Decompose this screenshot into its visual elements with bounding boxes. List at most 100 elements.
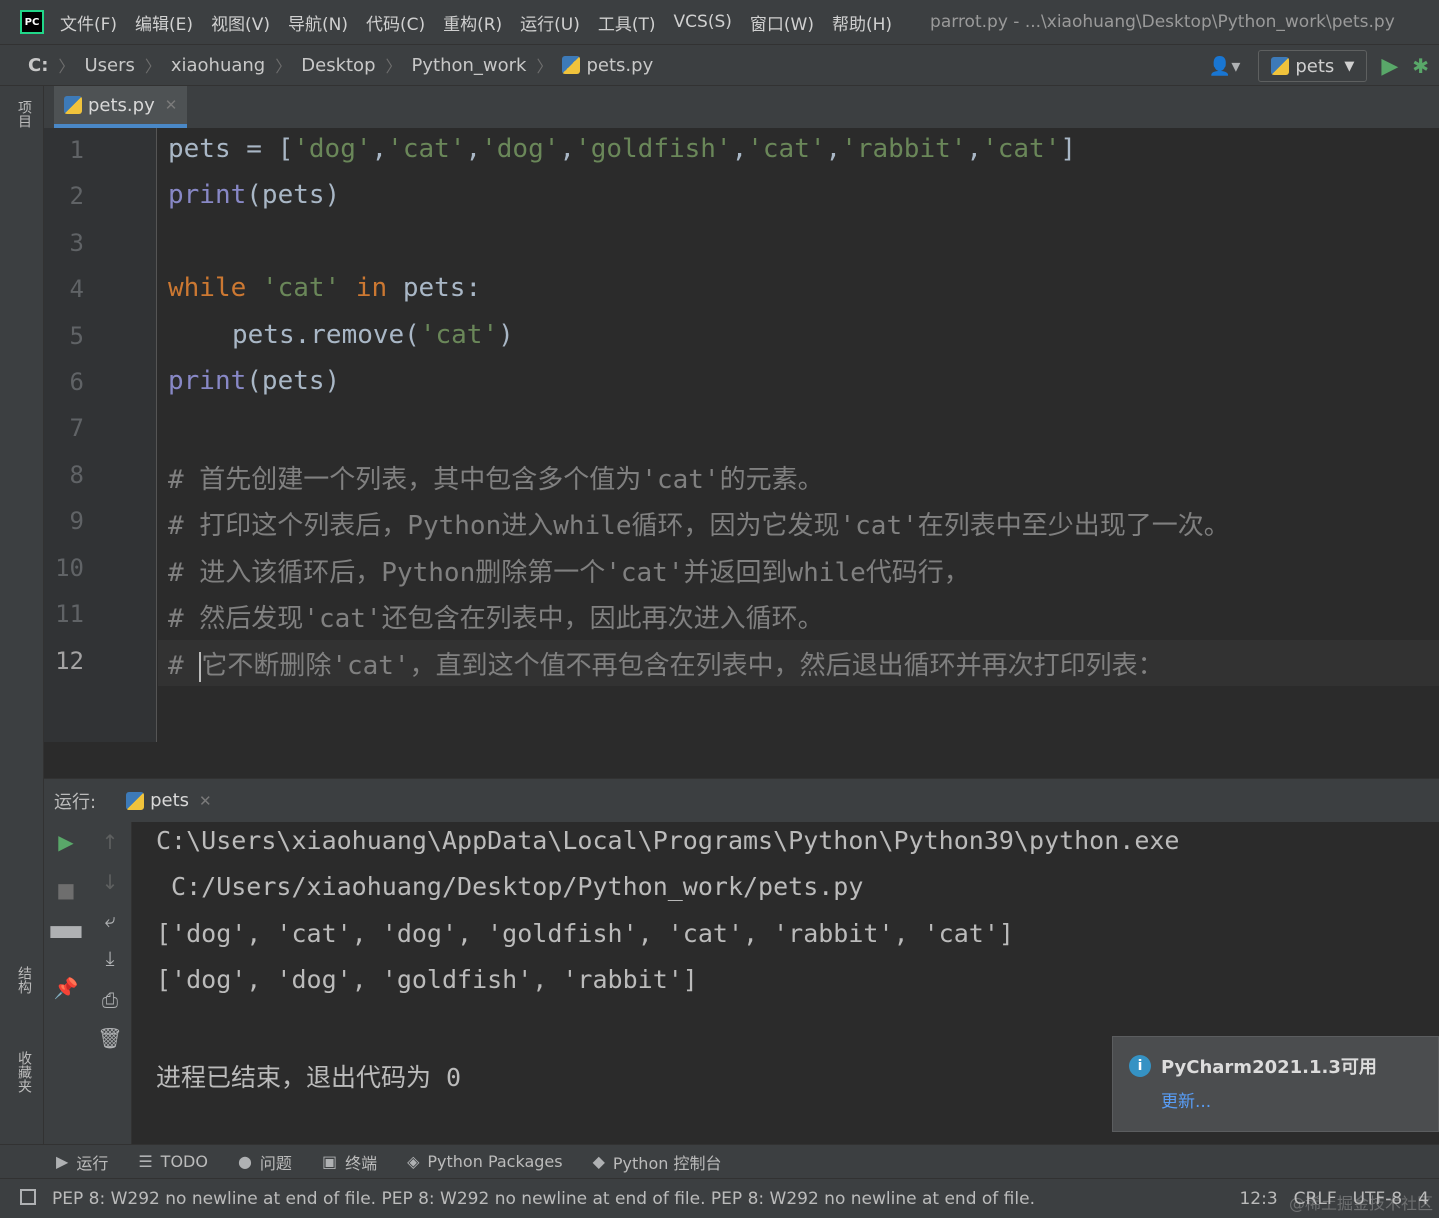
project-tool-tab[interactable]: 项目 [14,100,34,128]
close-icon[interactable]: ✕ [165,96,178,114]
code-string: 'cat' [261,273,341,303]
tool-tab-problems[interactable]: ● 问题 [238,1150,292,1174]
trash-icon[interactable]: 🗑 [88,1026,132,1050]
notification-title: PyCharm2021.1.3可用 [1161,1057,1377,1078]
code-comment-9: # 打印这个列表后，Python进入while循环，因为它发现'cat'在列表中… [168,511,1230,541]
line-number: 9 [69,507,84,535]
line-number: 4 [69,275,84,303]
close-icon[interactable]: ✕ [199,792,212,810]
python-icon [126,791,145,810]
rerun-button[interactable]: ▶ [44,830,88,854]
chevron-right-icon: 〉 [385,57,402,76]
code-line-2: print(pets) [168,180,340,210]
console-exit-line: 进程已结束，退出代码为 0 [156,1063,462,1092]
update-notification: i PyCharm2021.1.3可用 更新... [1112,1036,1439,1132]
menu-code[interactable]: 代码(C) [366,10,425,35]
menu-help[interactable]: 帮助(H) [832,10,892,35]
console-line: C:/Users/xiaohuang/Desktop/Python_work/p… [156,872,864,901]
code-string: 'cat' [747,134,826,164]
menu-edit[interactable]: 编辑(E) [135,10,193,35]
tool-tab-terminal[interactable]: ▣ 终端 [322,1150,377,1174]
arrow-down-icon[interactable]: ↓ [88,870,132,894]
python-icon: ◆ [592,1152,605,1171]
caret-position[interactable]: 12:3 [1239,1189,1277,1209]
menu-refactor[interactable]: 重构(R) [443,10,502,35]
breadcrumb-file-label: pets.py [586,54,654,76]
console-line: ['dog', 'cat', 'dog', 'goldfish', 'cat',… [156,919,1014,948]
menu-window[interactable]: 窗口(W) [750,10,814,35]
user-icon[interactable]: 👤▾ [1209,56,1240,77]
tool-tab-python-packages[interactable]: ◈ Python Packages [407,1152,563,1171]
code-token: , [371,134,388,164]
menu-run[interactable]: 运行(U) [520,10,580,35]
code-string: 'cat' [982,134,1061,164]
console-line: ['dog', 'dog', 'goldfish', 'rabbit'] [156,965,698,994]
soft-wrap-icon[interactable]: ⤶ [88,908,132,932]
tool-tab-label: Python 控制台 [612,1153,722,1173]
toolbar-right: 👤▾ pets ▼ ▶ ✱ [1209,49,1429,83]
run-button[interactable]: ▶ [1381,54,1398,79]
code-line-5: pets.remove('cat') [232,320,514,350]
code-builtin: print [168,366,247,396]
structure-tool-tab[interactable]: 结构 [14,966,34,994]
menu-tools[interactable]: 工具(T) [598,10,656,35]
tool-tab-python-console[interactable]: ◆ Python 控制台 [593,1150,722,1174]
code-line-4: while 'cat' in pets: [168,273,481,303]
arrow-up-icon[interactable]: ↑ [88,830,132,854]
breadcrumb-xiaohuang[interactable]: xiaohuang [171,55,265,76]
list-icon: ☰ [138,1152,153,1171]
code-editor[interactable]: 1 2 3 4 5 6 7 8 9 10 11 12 pets = ['dog'… [44,128,1439,742]
menu-vcs[interactable]: VCS(S) [674,12,732,32]
tool-tab-label: 终端 [345,1153,378,1173]
tool-tab-todo[interactable]: ☰ TODO [138,1152,208,1171]
left-tool-stripe: 项目 结构 收藏夹 [0,86,44,1176]
menu-file[interactable]: 文件(F) [60,10,117,35]
code-comment-10: # 进入该循环后，Python删除第一个'cat'并返回到while代码行， [168,558,970,588]
comment-prefix: # [168,651,200,681]
window-title: parrot.py - ...\xiaohuang\Desktop\Python… [930,12,1395,32]
code-token: pets: [402,273,482,303]
navigation-bar: C: 〉 Users 〉 xiaohuang 〉 Desktop 〉 Pytho… [0,44,1439,86]
debug-button[interactable]: ✱ [1412,54,1429,78]
code-string: 'cat' [419,320,499,350]
bottom-tool-tabs: ▶ 运行 ☰ TODO ● 问题 ▣ 终端 ◈ Python Packages ◆ Pyth… [0,1144,1439,1178]
python-file-icon [64,96,82,114]
chevron-right-icon: 〉 [58,57,75,76]
comment-text: 它不断删除'cat'，直到这个值不再包含在列表中，然后退出循环并再次打印列表： [201,651,1164,681]
code-string: 'dog' [293,134,372,164]
scroll-to-end-icon[interactable]: ⤓ [88,946,132,970]
console-line: C:\Users\xiaohuang\AppData\Local\Program… [156,826,1180,855]
breadcrumb-file[interactable]: pets.py [562,55,653,76]
favorites-tool-tab[interactable]: 收藏夹 [14,1051,34,1093]
code-token: , [731,134,748,164]
menu-view[interactable]: 视图(V) [211,10,270,35]
line-number: 1 [69,136,84,164]
print-icon[interactable]: ⎙ [88,988,132,1012]
pin-icon[interactable]: 📌 [44,976,88,1000]
tool-tab-label: 问题 [259,1153,292,1173]
breadcrumb-users[interactable]: Users [84,55,134,76]
code-comment-8: # 首先创建一个列表，其中包含多个值为'cat'的元素。 [168,465,824,495]
panel-toggle-icon[interactable] [20,1189,36,1205]
info-icon: i [1129,1055,1151,1077]
code-token: , [825,134,842,164]
code-token: , [465,134,482,164]
code-string: 'cat' [387,134,466,164]
editor-tab-pets[interactable]: pets.py ✕ [54,86,188,128]
code-token: , [559,134,576,164]
run-configuration-select[interactable]: pets ▼ [1258,50,1368,82]
breadcrumb-desktop[interactable]: Desktop [301,55,375,76]
line-number: 10 [55,554,84,582]
breadcrumb-python-work[interactable]: Python_work [412,55,527,76]
layout-icon[interactable]: ▀▀ [44,926,88,950]
menu-navigate[interactable]: 导航(N) [288,10,348,35]
watermark: @稀土掘金技术社区 [1288,1194,1433,1213]
code-token: (pets) [246,366,341,396]
chevron-right-icon: 〉 [144,57,161,76]
breadcrumb-drive[interactable]: C: [28,55,48,76]
stop-button[interactable]: ■ [44,878,88,902]
update-link[interactable]: 更新... [1161,1087,1211,1112]
play-icon: ▶ [56,1152,69,1171]
run-tab-pets[interactable]: pets ✕ [126,790,212,811]
tool-tab-run[interactable]: ▶ 运行 [56,1150,108,1174]
